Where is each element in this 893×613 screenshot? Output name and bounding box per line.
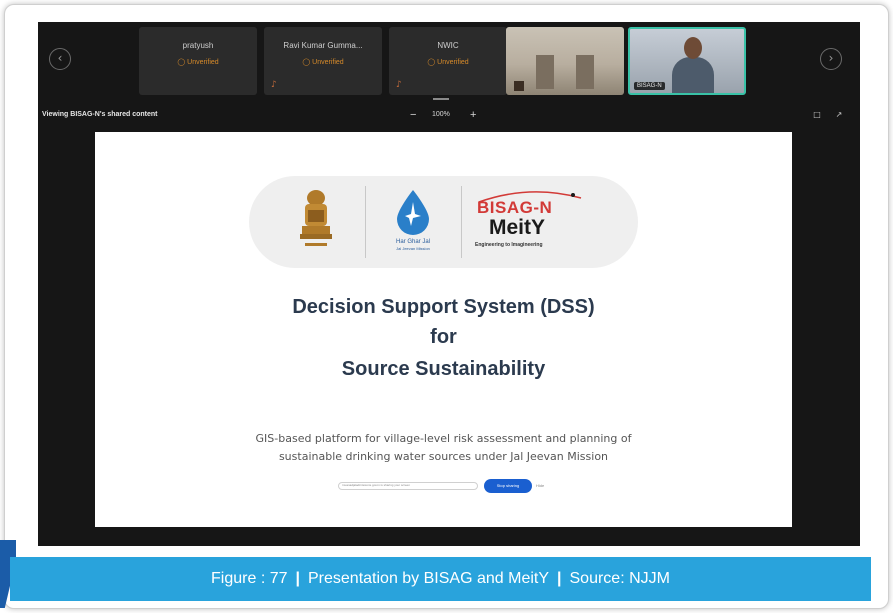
drop-subcaption: Jal Jeevan Mission xyxy=(396,246,430,251)
room-panel xyxy=(576,55,594,89)
participant-status: ◯ Unverified xyxy=(177,59,219,66)
participant-tile[interactable]: NWIC ◯ Unverified ♪ xyxy=(389,27,507,95)
meeting-screen: ‹ pratyush ◯ Unverified Ravi Kumar Gumma… xyxy=(38,22,860,546)
logo-banner: Har Ghar Jal Jal Jeevan Mission BISAG-N … xyxy=(249,176,638,268)
meity-logo-text: MeitY xyxy=(489,216,546,239)
share-notice-text: rnuanadjaladrnissions.gov.in is sharing … xyxy=(338,482,478,490)
figure-number: Figure : 77 xyxy=(211,570,288,587)
bisag-tagline: Engineering to Imagineering xyxy=(475,242,543,248)
shared-slide: Har Ghar Jal Jal Jeevan Mission BISAG-N … xyxy=(95,132,792,527)
participant-name: Ravi Kumar Gumma... xyxy=(283,41,363,50)
figure-caption: Figure : 77 | Presentation by BISAG and Me… xyxy=(10,557,871,601)
speaker-body xyxy=(672,57,714,93)
camera-label: BISAG-N xyxy=(634,82,665,90)
participant-strip: ‹ pratyush ◯ Unverified Ravi Kumar Gumma… xyxy=(38,22,860,100)
slide-description-line2: sustainable drinking water sources under… xyxy=(278,450,609,463)
mic-off-icon: ♪ xyxy=(396,80,402,90)
zoom-in-button[interactable]: + xyxy=(470,109,476,121)
chevron-left-icon[interactable]: ‹ xyxy=(49,48,71,70)
logo-divider xyxy=(365,186,366,258)
shield-icon: ◯ xyxy=(177,59,186,66)
camera-tile-active-speaker[interactable]: BISAG-N xyxy=(628,27,746,95)
figure-source: Source: NJJM xyxy=(569,570,670,587)
strip-resize-handle[interactable] xyxy=(433,98,449,100)
hide-button[interactable]: Hide xyxy=(536,483,544,488)
room-panel xyxy=(536,55,554,89)
participant-tile[interactable]: Ravi Kumar Gumma... ◯ Unverified ♪ xyxy=(264,27,382,95)
slide-title-line3: Source Sustainability xyxy=(341,358,546,380)
bisag-logo-text: BISAG-N xyxy=(477,198,553,217)
mic-off-icon: ♪ xyxy=(271,80,277,90)
stop-sharing-button[interactable]: Stop sharing xyxy=(484,479,532,493)
view-bar: Viewing BISAG-N's shared content − 100% … xyxy=(38,108,860,124)
screen-share-notice: rnuanadjaladrnissions.gov.in is sharing … xyxy=(338,478,548,494)
caption-separator: | xyxy=(557,570,562,587)
drop-caption: Har Ghar Jal xyxy=(395,239,430,245)
speaker-head xyxy=(684,37,702,59)
camera-tile-room[interactable] xyxy=(506,27,624,95)
figure-title: Presentation by BISAG and MeitY xyxy=(308,570,550,587)
caption-separator: | xyxy=(295,570,300,587)
chevron-right-icon[interactable]: › xyxy=(820,48,842,70)
slide-title-line2: for xyxy=(430,326,457,348)
participant-name: NWIC xyxy=(437,41,459,50)
viewing-label: Viewing BISAG-N's shared content xyxy=(42,111,158,118)
water-drop-logo xyxy=(397,190,429,235)
zoom-level: 100% xyxy=(432,111,450,118)
shield-icon: ◯ xyxy=(427,59,436,66)
zoom-out-button[interactable]: − xyxy=(410,109,416,121)
national-emblem-logo xyxy=(300,190,332,246)
shield-icon: ◯ xyxy=(302,59,311,66)
participant-name: pratyush xyxy=(182,41,214,50)
slide-description-line1: GIS-based platform for village-level ris… xyxy=(255,432,632,445)
room-object xyxy=(514,81,524,91)
expand-icon[interactable]: ↗ xyxy=(834,110,844,120)
participant-status: ◯ Unverified xyxy=(302,59,344,66)
participant-status: ◯ Unverified xyxy=(427,59,469,66)
chat-icon[interactable]: □ xyxy=(812,110,822,120)
logo-divider xyxy=(461,186,462,258)
slide-title-line1: Decision Support System (DSS) xyxy=(292,296,595,318)
participant-tile[interactable]: pratyush ◯ Unverified xyxy=(139,27,257,95)
